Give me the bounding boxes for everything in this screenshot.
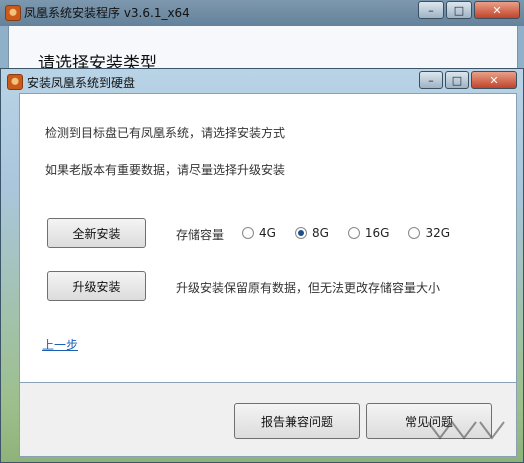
radio-option-4g[interactable]: 4G: [242, 226, 276, 240]
new-install-button[interactable]: 全新安装: [47, 218, 146, 248]
dialog-content: 检测到目标盘已有凤凰系统，请选择安装方式 如果老版本有重要数据，请尽量选择升级安…: [19, 93, 517, 383]
dialog-close-button[interactable]: ✕: [471, 71, 517, 89]
radio-option-8g[interactable]: 8G: [294, 226, 329, 240]
radio-option-16g[interactable]: 16G: [347, 226, 390, 240]
radio-option-32g[interactable]: 32G: [408, 226, 450, 240]
dialog-minimize-button[interactable]: –: [419, 71, 443, 89]
radio-button-8g[interactable]: [294, 227, 307, 239]
dialog-titlebar[interactable]: 安装凤凰系统到硬盘 – □ ✕: [1, 69, 523, 93]
radio-button-4g[interactable]: [242, 227, 254, 239]
dialog-title: 安装凤凰系统到硬盘: [27, 76, 136, 90]
upgrade-note: 升级安装保留原有数据，但无法更改存储容量大小: [176, 281, 441, 295]
info-line-2: 如果老版本有重要数据，请尽量选择升级安装: [45, 163, 286, 177]
radio-button-32g[interactable]: [408, 227, 421, 239]
info-line-1: 检测到目标盘已有凤凰系统，请选择安装方式: [45, 126, 286, 140]
storage-radio-group: 4G 8G 16G 32G: [242, 226, 469, 240]
watermark-logo: [427, 420, 505, 440]
outer-maximize-button[interactable]: □: [446, 1, 472, 19]
back-link[interactable]: 上一步: [42, 336, 78, 353]
radio-button-16g[interactable]: [347, 227, 360, 239]
dialog-maximize-button[interactable]: □: [445, 71, 469, 89]
radio-label-16g: 16G: [364, 226, 390, 240]
report-compat-button[interactable]: 报告兼容问题: [234, 403, 360, 439]
radio-label-32g: 32G: [425, 226, 451, 240]
upgrade-install-button[interactable]: 升级安装: [47, 271, 146, 301]
outer-window-title: 凤凰系统安装程序 v3.6.1_x64: [24, 6, 190, 20]
dialog-app-icon: [7, 74, 23, 90]
outer-close-button[interactable]: ✕: [474, 1, 520, 19]
outer-titlebar[interactable]: 凤凰系统安装程序 v3.6.1_x64 – □ ✕: [0, 0, 524, 26]
install-dialog: 安装凤凰系统到硬盘 – □ ✕ 检测到目标盘已有凤凰系统，请选择安装方式 如果老…: [0, 68, 524, 463]
app-icon: [5, 5, 21, 21]
dialog-footer: 报告兼容问题 常见问题: [19, 383, 517, 457]
radio-label-4g: 4G: [259, 226, 276, 240]
outer-minimize-button[interactable]: –: [418, 1, 444, 19]
radio-label-8g: 8G: [311, 226, 329, 240]
storage-label: 存储容量: [176, 228, 225, 242]
